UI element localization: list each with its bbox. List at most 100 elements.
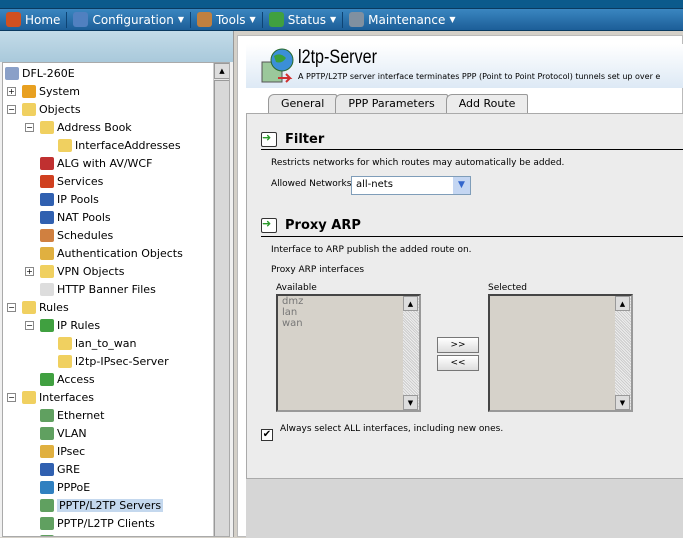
tree-item[interactable]: − Objects: [7, 101, 81, 118]
proxy-arp-section-header: Proxy ARP: [261, 217, 361, 233]
tree-item[interactable]: SSL VPN Interface: [25, 533, 156, 536]
available-label: Available: [276, 283, 317, 293]
tab-ppp-parameters[interactable]: PPP Parameters: [335, 94, 448, 113]
selected-interfaces-list[interactable]: ▲ ▼: [488, 294, 633, 412]
collapse-icon[interactable]: −: [7, 303, 16, 312]
chevron-down-icon[interactable]: ▼: [453, 177, 470, 194]
scroll-up-button[interactable]: ▲: [615, 296, 630, 311]
tree-item[interactable]: Services: [25, 173, 103, 190]
collapse-icon[interactable]: −: [25, 123, 34, 132]
collapse-icon[interactable]: −: [7, 393, 16, 402]
tree-item[interactable]: Schedules: [25, 227, 113, 244]
tree-item[interactable]: VLAN: [25, 425, 87, 442]
allowed-networks-value: all-nets: [356, 179, 393, 190]
tree-item-label: IP Pools: [57, 193, 99, 206]
menu-maintenance[interactable]: Maintenance ▼: [343, 12, 461, 28]
tree-item[interactable]: PPTP/L2TP Servers: [25, 497, 164, 514]
tree-item[interactable]: IPsec: [25, 443, 85, 460]
tree-scrollbar[interactable]: ▲: [213, 63, 229, 536]
section-arrow-icon: [261, 217, 277, 233]
scroll-up-button[interactable]: ▲: [403, 296, 418, 311]
tree-node-icon: [40, 319, 54, 332]
tree-item[interactable]: Authentication Objects: [25, 245, 183, 262]
remove-interface-button[interactable]: <<: [437, 355, 479, 371]
tree-item-label: lan_to_wan: [75, 337, 137, 350]
tree-item[interactable]: GRE: [25, 461, 80, 478]
tree-item-label: IP Rules: [57, 319, 101, 332]
tree-node-icon: [5, 67, 19, 80]
tree-item[interactable]: HTTP Banner Files: [25, 281, 156, 298]
tree-node-icon: [40, 517, 54, 530]
collapse-icon[interactable]: −: [7, 105, 16, 114]
tree-item[interactable]: Access: [25, 371, 95, 388]
scroll-down-button[interactable]: ▼: [615, 395, 630, 410]
menu-label: Home: [25, 12, 61, 27]
tree-node-icon: [22, 85, 36, 98]
tree-item-label: l2tp-IPsec-Server: [75, 355, 169, 368]
available-interface-option[interactable]: wan: [278, 318, 419, 329]
tree-node-icon: [58, 337, 72, 350]
tree-item-label: System: [39, 85, 81, 98]
menu-bar: Home Configuration ▼ Tools ▼ Status ▼ Maintenan…: [0, 8, 683, 31]
expand-icon[interactable]: +: [25, 267, 34, 276]
tree-item[interactable]: + VPN Objects: [25, 263, 124, 280]
collapse-icon[interactable]: −: [25, 321, 34, 330]
tree-item[interactable]: lan_to_wan: [43, 335, 137, 352]
menu-status[interactable]: Status ▼: [263, 11, 344, 28]
allowed-networks-select[interactable]: all-nets ▼: [351, 176, 471, 195]
tab-general[interactable]: General: [268, 94, 338, 113]
tree-item-label: Services: [57, 175, 104, 188]
navigation-header: [0, 31, 233, 62]
tree-item[interactable]: + System: [7, 83, 80, 100]
tree-item[interactable]: − Address Book: [25, 119, 132, 136]
tree-item-label: PPTP/L2TP Servers: [57, 499, 164, 512]
scroll-thumb[interactable]: [214, 80, 229, 536]
home-icon: [6, 12, 21, 27]
always-select-all-checkbox[interactable]: ✔: [261, 429, 273, 441]
selected-list-scrollbar[interactable]: ▲ ▼: [615, 296, 631, 410]
filter-description: Restricts networks for which routes may …: [271, 158, 565, 168]
menu-label: Configuration: [92, 12, 174, 27]
filter-section-header: Filter: [261, 131, 325, 147]
scroll-up-button[interactable]: ▲: [214, 63, 229, 79]
top-strip: [0, 0, 683, 8]
scroll-down-button[interactable]: ▼: [403, 395, 418, 410]
navigation-tree: DFL-260E + System − Objects − Address Book Inte…: [2, 62, 230, 537]
filter-title: Filter: [285, 132, 325, 147]
tree-item-label: PPPoE: [57, 481, 91, 494]
tree-item-label: VPN Objects: [57, 265, 125, 278]
tree-item[interactable]: InterfaceAddresses: [43, 137, 181, 154]
expand-icon[interactable]: +: [7, 87, 16, 96]
tree-item[interactable]: PPTP/L2TP Clients: [25, 515, 155, 532]
tree-item[interactable]: IP Pools: [25, 191, 99, 208]
selected-label: Selected: [488, 283, 528, 293]
maintenance-icon: [349, 12, 365, 27]
available-interfaces-list[interactable]: dmz lan wan ▲ ▼: [276, 294, 421, 412]
tree-item[interactable]: − Rules: [7, 299, 69, 316]
tree-item[interactable]: DFL-260E: [5, 65, 75, 82]
tree-item[interactable]: − IP Rules: [25, 317, 100, 334]
available-list-scrollbar[interactable]: ▲ ▼: [403, 296, 419, 410]
tree-item[interactable]: ALG with AV/WCF: [25, 155, 152, 172]
menu-configuration[interactable]: Configuration ▼: [67, 11, 191, 28]
tree-item-label: Authentication Objects: [57, 247, 183, 260]
tree-item[interactable]: PPPoE: [25, 479, 90, 496]
tree-node-icon: [40, 193, 54, 206]
tree-item[interactable]: − Interfaces: [7, 389, 94, 406]
tree-item-label: DFL-260E: [22, 67, 75, 80]
tree-item-label: HTTP Banner Files: [57, 283, 156, 296]
menu-home[interactable]: Home: [0, 11, 68, 28]
menu-tools[interactable]: Tools ▼: [191, 11, 263, 28]
tree-node-icon: [40, 229, 54, 242]
tree-node-icon: [40, 409, 54, 422]
add-interface-button[interactable]: >>: [437, 337, 479, 353]
tree-item[interactable]: l2tp-IPsec-Server: [43, 353, 169, 370]
tree-item[interactable]: NAT Pools: [25, 209, 111, 226]
tree-item-label: Interfaces: [39, 391, 94, 404]
tree-item[interactable]: Ethernet: [25, 407, 104, 424]
tree-item-label: Ethernet: [57, 409, 105, 422]
tab-add-route[interactable]: Add Route: [445, 94, 529, 114]
available-interface-option[interactable]: dmz: [278, 296, 419, 307]
available-interface-option[interactable]: lan: [278, 307, 419, 318]
tree-item-label: Schedules: [57, 229, 114, 242]
